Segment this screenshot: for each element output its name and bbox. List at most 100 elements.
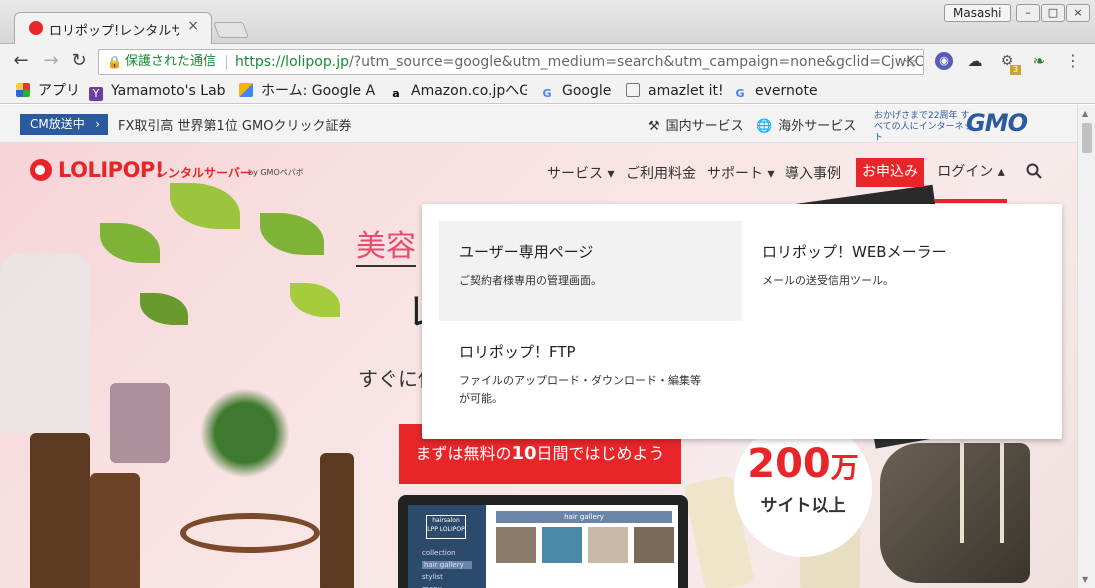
- browser-titlebar: ロリポップ!レンタルサ × Masashi – □ ×: [0, 0, 1095, 44]
- dropdown-item-title: ユーザー専用ページ: [459, 243, 594, 261]
- dropdown-item-desc: ご契約者様専用の管理画面。: [459, 274, 602, 287]
- amazon-icon: a: [392, 87, 400, 100]
- page-scrollbar[interactable]: ▲ ▼: [1077, 105, 1095, 588]
- google-icon: G: [735, 87, 745, 100]
- dropdown-ftp[interactable]: ロリポップ！FTP ファイルのアップロード・ダウンロード・編集等が可能。: [439, 321, 742, 431]
- domestic-services-link[interactable]: ⚒ 国内サービス: [648, 115, 744, 134]
- reload-icon[interactable]: ↻: [68, 50, 90, 72]
- lolipop-logo-text[interactable]: LOLIPOP!: [58, 158, 164, 182]
- omnibox-divider: [226, 55, 227, 70]
- laptop-sidebar: hairsalon LPP LOLIPOP collection hair ga…: [408, 505, 486, 588]
- bookmark-amazlet[interactable]: amazlet it!: [626, 82, 724, 100]
- tab-title: ロリポップ!レンタルサ: [49, 24, 179, 39]
- bookmark-star-icon[interactable]: ☆: [904, 50, 917, 74]
- nav-services[interactable]: サービス ▾: [547, 163, 614, 183]
- extension-badge: 3: [1010, 65, 1021, 75]
- yahoo-icon: Y: [89, 87, 103, 101]
- plant-leaf-image: [140, 293, 188, 325]
- cloud-download-icon[interactable]: ☁: [966, 52, 984, 70]
- plant-leaf-image: [290, 283, 340, 317]
- dropdown-user-page[interactable]: ユーザー専用ページ ご契約者様専用の管理画面。: [439, 221, 742, 321]
- cm-badge[interactable]: CM放送中 ›: [20, 114, 108, 135]
- laptop-menu-item: stylist: [422, 573, 443, 581]
- bookmark-label: amazlet it!: [648, 83, 724, 99]
- bookmark-google[interactable]: G Google: [540, 82, 611, 101]
- close-window-button[interactable]: ×: [1066, 4, 1090, 22]
- gallery-photo-image: [496, 527, 536, 563]
- gmo-group-strip: CM放送中 › FX取引高 世界第1位 GMOクリック証券 ⚒ 国内サービス 🌐 海外…: [0, 105, 1077, 143]
- bookmark-apps[interactable]: アプリ: [16, 82, 80, 100]
- stat-value: 200: [747, 441, 831, 487]
- google-ads-icon: [239, 83, 253, 97]
- logo-subtitle: レンタルサーバー: [156, 166, 252, 180]
- laptop-menu-item: hair gallery: [422, 561, 472, 569]
- page-icon: [626, 83, 640, 97]
- login-dropdown-menu: ユーザー専用ページ ご契約者様専用の管理画面。 ロリポップ！WEBメーラー メー…: [422, 204, 1062, 439]
- bookmark-label: Amazon.co.jpへG: [411, 83, 527, 99]
- logo-by-pepabo: by GMOペパボ: [248, 168, 304, 177]
- laptop-screen: hairsalon LPP LOLIPOP collection hair ga…: [408, 505, 678, 588]
- login-menu[interactable]: ログイン ▴: [935, 154, 1007, 203]
- bookmark-evernote[interactable]: Gevernote: [733, 82, 817, 101]
- gallery-photo-image: [542, 527, 582, 563]
- profile-user-button[interactable]: Masashi: [944, 4, 1011, 22]
- evernote-elephant-icon[interactable]: ❧: [1030, 52, 1048, 70]
- gmo-promo-link[interactable]: FX取引高 世界第1位 GMOクリック証券: [118, 115, 351, 134]
- plant-leaf-image: [100, 223, 160, 263]
- plant-leaf-image: [170, 183, 240, 229]
- scroll-down-arrow-icon[interactable]: ▼: [1082, 575, 1088, 584]
- laptop-brand: hairsalon LPP LOLIPOP: [426, 515, 466, 539]
- browser-toolbar: ← → ↻ 🔒 保護された通信 https://lolipop.jp/?utm_…: [0, 44, 1095, 78]
- gmo-logo[interactable]: GMO: [966, 109, 1028, 137]
- bag-handle-image: [180, 513, 320, 553]
- fittonia-plant-image: [190, 383, 300, 483]
- dropdown-item-desc: ファイルのアップロード・ダウンロード・編集等が可能。: [459, 374, 701, 405]
- amber-bottle-image: [320, 453, 354, 588]
- lolipop-logo-icon[interactable]: [30, 159, 52, 181]
- domestic-icon: ⚒: [648, 119, 660, 134]
- nav-pricing[interactable]: ご利用料金: [626, 163, 696, 183]
- bookmark-google-ads[interactable]: ホーム: Google Ad: [239, 82, 375, 100]
- nav-support[interactable]: サポート ▾: [707, 163, 774, 183]
- cta-text-post: 日間ではじめよう: [536, 444, 665, 463]
- bookmark-label: アプリ: [38, 83, 80, 99]
- stat-label: サイト以上: [760, 496, 846, 516]
- scrollbar-thumb[interactable]: [1082, 123, 1092, 153]
- cta-text-pre: まずは無料の: [415, 444, 512, 463]
- gallery-photo-image: [588, 527, 628, 563]
- menu-kebab-icon[interactable]: ⋮: [1064, 52, 1082, 70]
- search-icon[interactable]: [1026, 163, 1042, 179]
- apply-button[interactable]: お申込み: [856, 158, 924, 187]
- hair-dryer-image: [880, 443, 1030, 583]
- url-host: https://lolipop.jp: [235, 54, 349, 70]
- overseas-services-link[interactable]: 🌐 海外サービス: [756, 115, 856, 134]
- dropdown-item-title: ロリポップ！WEBメーラー: [762, 243, 947, 261]
- scroll-up-arrow-icon[interactable]: ▲: [1082, 109, 1088, 118]
- secure-label: 保護された通信: [125, 54, 217, 69]
- nav-case-studies[interactable]: 導入事例: [785, 163, 841, 183]
- back-arrow-icon[interactable]: ←: [10, 50, 32, 72]
- amber-bottle-image: [30, 433, 90, 588]
- apps-grid-icon: [16, 83, 30, 97]
- overseas-label: 海外サービス: [778, 119, 857, 134]
- lolipop-favicon-icon: [29, 21, 43, 35]
- domestic-label: 国内サービス: [665, 119, 744, 134]
- address-bar[interactable]: 🔒 保護された通信 https://lolipop.jp/?utm_source…: [98, 49, 924, 75]
- maximize-button[interactable]: □: [1041, 4, 1065, 22]
- bookmark-yamamoto[interactable]: Y Yamamoto's Lab: [89, 82, 226, 101]
- forward-arrow-icon[interactable]: →: [40, 50, 62, 72]
- gallery-photo-image: [634, 527, 674, 563]
- laptop-gallery-title: hair gallery: [496, 511, 672, 523]
- dropdown-item-title: ロリポップ！FTP: [459, 343, 576, 361]
- new-tab-button[interactable]: [213, 22, 249, 38]
- stat-number: 200万: [734, 441, 872, 487]
- url-text: https://lolipop.jp/?utm_source=google&ut…: [235, 50, 923, 74]
- dropdown-web-mailer[interactable]: ロリポップ！WEBメーラー メールの送受信用ツール。: [742, 221, 1045, 321]
- browser-tab[interactable]: ロリポップ!レンタルサ ×: [14, 12, 212, 44]
- minimize-button[interactable]: –: [1016, 4, 1040, 22]
- bookmark-amazon[interactable]: a Amazon.co.jpへG: [389, 82, 527, 101]
- chevron-right-icon: ›: [95, 117, 100, 131]
- extension-globe-icon[interactable]: ◉: [935, 52, 953, 70]
- laptop-menu-item: collection: [422, 549, 456, 557]
- tab-close-icon[interactable]: ×: [187, 18, 199, 34]
